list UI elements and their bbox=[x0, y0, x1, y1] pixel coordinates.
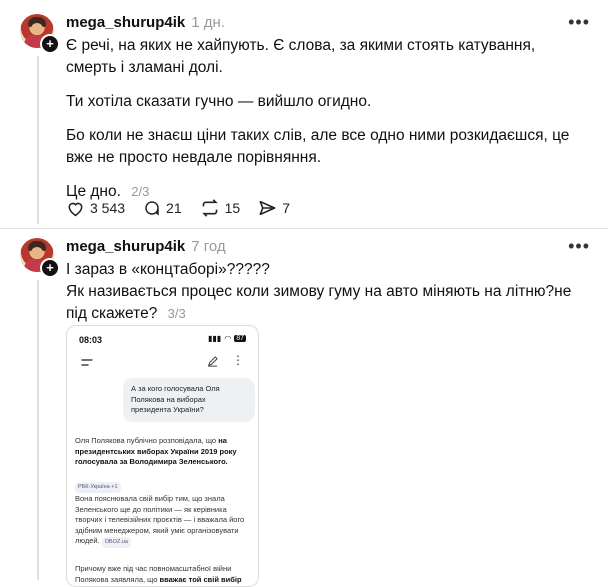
post-paragraph: Ти хотіла сказати гучно — вийшло огидно. bbox=[66, 93, 372, 110]
post-line: І зараз в «концтаборі»????? bbox=[66, 261, 270, 278]
post-paragraph: Є речі, на яких не хайпують. Є слова, за… bbox=[66, 37, 536, 76]
thread-line bbox=[37, 280, 39, 580]
post-paragraph: Бо коли не знаєш ціни таких слів, але вс… bbox=[66, 127, 570, 166]
share-count: 7 bbox=[282, 200, 290, 216]
timestamp: 1 дн. bbox=[191, 14, 225, 31]
thread-counter: 3/3 bbox=[167, 306, 186, 321]
answer-text: Оля Полякова публічно розповідала, що bbox=[75, 436, 217, 445]
repost-count: 15 bbox=[224, 200, 241, 216]
post-line-with-counter: Як називається процес коли зимову гуму н… bbox=[66, 281, 588, 325]
like-count: 3 543 bbox=[90, 200, 126, 216]
repost-button[interactable]: 15 bbox=[200, 199, 241, 217]
attached-screenshot[interactable]: 08:03 ▮▮▮ ◠ 87 ⋮ А за кого голосувала Ол… bbox=[66, 325, 259, 587]
status-time: 08:03 bbox=[79, 335, 103, 345]
follow-plus-icon[interactable]: + bbox=[40, 34, 60, 54]
heart-icon bbox=[68, 202, 83, 216]
post-actions: 3 543 21 15 7 bbox=[66, 199, 308, 217]
status-icons: ▮▮▮ ◠ 87 bbox=[208, 334, 246, 343]
post-body: Є речі, на яких не хайпують. Є слова, за… bbox=[66, 35, 588, 203]
answer-paragraph: Вона пояснювала свій вибір тим, що знала… bbox=[75, 494, 251, 548]
battery-icon: 87 bbox=[234, 335, 246, 342]
comment-count: 21 bbox=[166, 200, 182, 216]
post-header: mega_shurup4ik 1 дн. bbox=[66, 14, 225, 31]
send-icon bbox=[259, 200, 276, 216]
comment-button[interactable]: 21 bbox=[143, 199, 182, 217]
source-chip: РБК-Україна +1 bbox=[75, 482, 121, 493]
thread-line bbox=[37, 56, 39, 224]
source-chip: OBOZ.ua bbox=[101, 537, 131, 548]
signal-icon: ▮▮▮ bbox=[208, 334, 222, 343]
share-button[interactable]: 7 bbox=[258, 199, 290, 217]
more-options-icon: ⋮ bbox=[232, 353, 244, 367]
repost-icon bbox=[201, 199, 218, 217]
thread-counter: 2/3 bbox=[131, 184, 150, 199]
timestamp: 7 год bbox=[191, 238, 226, 255]
post-paragraph: Це дно. bbox=[66, 183, 121, 200]
username[interactable]: mega_shurup4ik bbox=[66, 14, 185, 31]
source-row: РБК-Україна +1 bbox=[75, 481, 251, 493]
edit-icon bbox=[207, 356, 218, 367]
question-bubble: А за кого голосувала Оля Полякова на виб… bbox=[123, 378, 255, 422]
comment-icon bbox=[145, 201, 159, 216]
post-line: Як називається процес коли зимову гуму н… bbox=[66, 283, 572, 322]
post-body: І зараз в «концтаборі»????? Як називаєть… bbox=[66, 259, 588, 325]
avatar[interactable]: + bbox=[20, 238, 60, 278]
answer-paragraph: Причому вже під час повномасштабної війн… bbox=[75, 564, 251, 585]
follow-plus-icon[interactable]: + bbox=[40, 258, 60, 278]
post-header: mega_shurup4ik 7 год bbox=[66, 238, 226, 255]
answer-paragraph: Оля Полякова публічно розповідала, що на… bbox=[75, 436, 251, 468]
more-options-icon[interactable]: ••• bbox=[568, 12, 590, 33]
post-divider bbox=[0, 228, 608, 229]
menu-icon bbox=[81, 359, 93, 366]
answer-bold-text: вважає той свій вибір bbox=[159, 574, 242, 584]
answer-text: Вона пояснювала свій вибір тим, що знала… bbox=[75, 494, 245, 545]
like-button[interactable]: 3 543 bbox=[66, 200, 125, 217]
wifi-icon: ◠ bbox=[224, 334, 232, 343]
avatar[interactable]: + bbox=[20, 14, 60, 54]
username[interactable]: mega_shurup4ik bbox=[66, 238, 185, 255]
more-options-icon[interactable]: ••• bbox=[568, 236, 590, 257]
